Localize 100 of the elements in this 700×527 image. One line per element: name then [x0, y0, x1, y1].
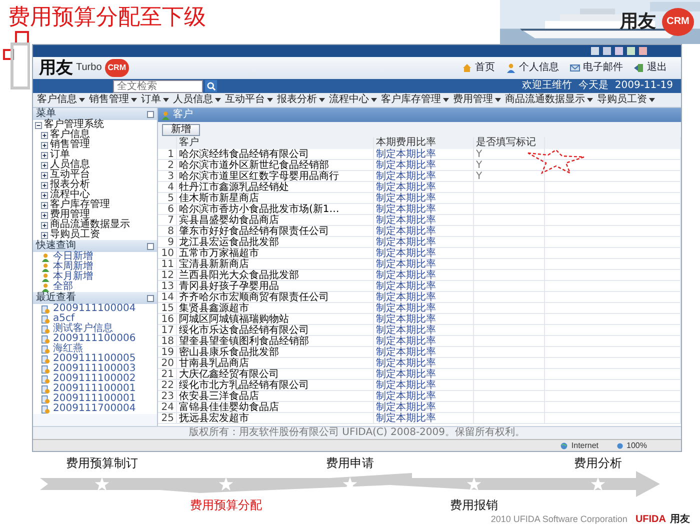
menu-item[interactable]: 订单 [141, 95, 161, 105]
row-number: 17 [158, 325, 176, 336]
menu-item[interactable]: 商品流通数据显示 [505, 95, 585, 105]
table-cell: 宾县昌盛婴幼食品商店 [176, 215, 374, 226]
row-number: 5 [158, 193, 176, 204]
tree-item[interactable]: 客户库存管理 [50, 200, 110, 210]
caret-icon [131, 98, 137, 102]
table-cell: 牡丹江市鑫源乳品经销处 [176, 182, 374, 193]
tree-item[interactable]: 报表分析 [50, 180, 90, 190]
recent-item[interactable]: 2009111100005 [53, 354, 136, 364]
plus-icon[interactable] [41, 142, 48, 148]
section-title: 菜单 [36, 109, 56, 119]
section-title: 最近查看 [36, 293, 76, 303]
tree-item[interactable]: 导购员工资 [50, 230, 100, 240]
plus-icon[interactable] [41, 152, 48, 158]
recent-item[interactable]: 海红燕 [53, 344, 83, 354]
welcome-text: 欢迎王维竹 今天是 2009-11-19 [522, 81, 673, 91]
recent-item[interactable]: 测试客户信息 [53, 324, 113, 334]
row-number: 4 [158, 182, 176, 193]
logo-text: 用友 [39, 58, 73, 78]
plus-icon[interactable] [41, 182, 48, 188]
row-number: 18 [158, 336, 176, 347]
table-cell: 哈尔滨经纬食品经销有限公司 [176, 149, 374, 160]
star-icon [466, 477, 482, 491]
minus-icon[interactable] [35, 122, 42, 128]
table-cell: 五常市万家福超市 [176, 248, 374, 259]
plus-icon[interactable] [41, 132, 48, 138]
plus-icon[interactable] [41, 162, 48, 168]
plus-icon[interactable] [41, 202, 48, 208]
quick-query-link[interactable]: 本月新增 [53, 272, 93, 282]
menu-item[interactable]: 客户库存管理 [381, 95, 441, 105]
collapse-icon[interactable] [147, 294, 154, 302]
tree-item[interactable]: 互动平台 [50, 170, 90, 180]
menu-item[interactable]: 互动平台 [225, 95, 265, 105]
table-cell: Y [476, 171, 482, 182]
quick-query-link[interactable]: 本周新增 [53, 262, 93, 272]
zoom-level[interactable]: 100% [626, 440, 647, 450]
row-number: 7 [158, 215, 176, 226]
menu-item[interactable]: 客户信息 [37, 95, 77, 105]
row-number: 1 [158, 149, 176, 160]
product-name: Turbo [76, 63, 102, 73]
recent-item[interactable]: 2009111100006 [53, 334, 136, 344]
tree-item[interactable]: 人员信息 [50, 160, 90, 170]
search-button[interactable] [205, 80, 217, 92]
row-number: 10 [158, 248, 176, 259]
home-icon [462, 63, 472, 73]
recent-item[interactable]: 2009111100002 [53, 374, 136, 384]
caret-icon [495, 98, 501, 102]
row-number: 19 [158, 347, 176, 358]
tree-item[interactable]: 订单 [50, 150, 70, 160]
star-icon [590, 477, 606, 491]
recent-item[interactable]: 2009111100001 [53, 394, 136, 404]
menu-item[interactable]: 流程中心 [329, 95, 369, 105]
recent-item[interactable]: 2009111700004 [53, 404, 136, 414]
quick-query-link[interactable]: 今日新增 [53, 252, 93, 262]
new-button[interactable]: 新增 [162, 124, 200, 136]
plus-icon[interactable] [41, 192, 48, 198]
plus-icon[interactable] [41, 222, 48, 228]
menu-item[interactable]: 报表分析 [277, 95, 317, 105]
tree-item[interactable]: 商品流通数据显示 [50, 220, 130, 230]
row-number: 11 [158, 259, 176, 270]
collapse-icon[interactable] [147, 242, 154, 250]
tree-item[interactable]: 客户信息 [50, 130, 90, 140]
collapse-icon[interactable] [147, 110, 154, 118]
menu-item[interactable]: 导购员工资 [597, 95, 647, 105]
nav-link[interactable]: 个人信息 [519, 63, 559, 73]
plus-icon[interactable] [41, 212, 48, 218]
table-cell: 抚远县宏发超市 [176, 413, 374, 424]
plus-icon[interactable] [41, 172, 48, 178]
table-cell: 兰西县阳光大众食品批发部 [176, 270, 374, 281]
star-icon [218, 477, 234, 491]
quick-query-link[interactable]: 全部 [53, 282, 73, 292]
table-cell: 望奎县望奎镇图利食品经销部 [176, 336, 374, 347]
recent-item[interactable]: 2009111100004 [53, 304, 136, 314]
dashed-star-drawing [526, 149, 586, 175]
nav-link[interactable]: 首页 [475, 63, 495, 73]
plus-icon[interactable] [41, 232, 48, 238]
nav-link[interactable]: 退出 [647, 63, 667, 73]
nav-link[interactable]: 电子邮件 [583, 63, 623, 73]
person-icon [41, 252, 50, 262]
tree-item[interactable]: 销售管理 [50, 140, 90, 150]
recent-item[interactable]: 2009111100003 [53, 364, 136, 374]
document-icon [41, 404, 50, 414]
recent-item[interactable]: 2009111100001 [53, 384, 136, 394]
recent-item[interactable]: a5cf [53, 314, 75, 324]
person-icon [41, 272, 50, 282]
caret-icon [649, 98, 655, 102]
table-cell: 绥化市北方乳品经销有限公司 [176, 380, 374, 391]
tree-item[interactable]: 客户管理系统 [44, 120, 104, 130]
menu-item[interactable]: 费用管理 [453, 95, 493, 105]
tree-item[interactable]: 费用管理 [50, 210, 90, 220]
menu-item[interactable]: 人员信息 [173, 95, 213, 105]
table-cell: 阿城区阿城镇福瑞购物站 [176, 314, 374, 325]
menu-item[interactable]: 销售管理 [89, 95, 129, 105]
star-icon [94, 477, 110, 491]
section-title: 快速查询 [36, 241, 76, 251]
tree-item[interactable]: 流程中心 [50, 190, 90, 200]
logo-badge: CRM [104, 59, 129, 77]
globe-icon [560, 442, 568, 450]
table-cell: 青冈县好孩子孕婴用品 [176, 281, 374, 292]
